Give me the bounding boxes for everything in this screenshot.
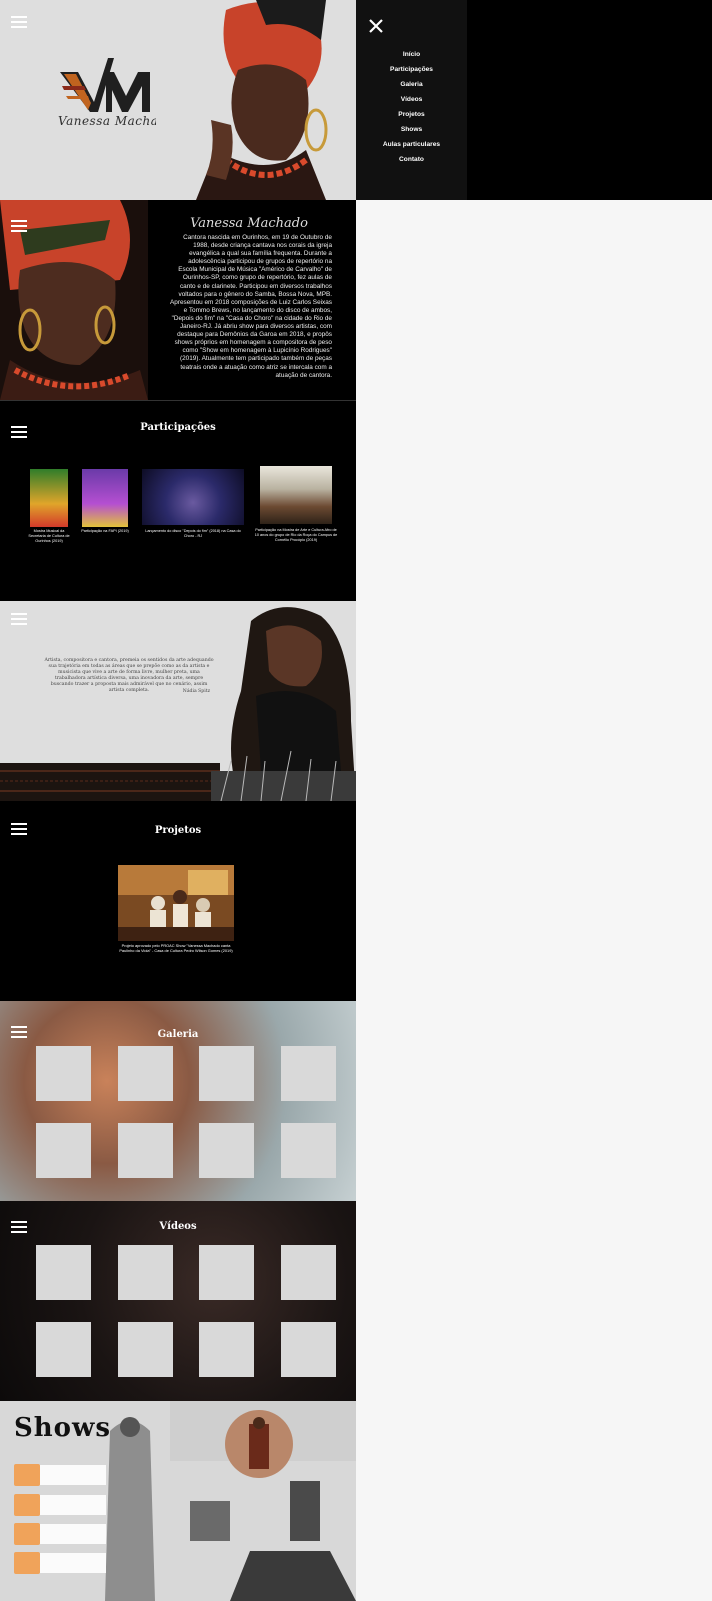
video-thumbnail[interactable] (281, 1322, 336, 1377)
menu-item-participacoes[interactable]: Participações (356, 66, 467, 73)
participacao-caption: Participação na FAPI (2019) (81, 529, 129, 533)
video-thumbnail[interactable] (199, 1322, 254, 1377)
video-thumbnail[interactable] (36, 1322, 91, 1377)
show-item-label[interactable] (40, 1495, 106, 1515)
menu-item-contato[interactable]: Contato (356, 156, 467, 163)
menu-item-shows[interactable]: Shows (356, 126, 467, 133)
participacao-image (30, 469, 68, 527)
video-thumbnail[interactable] (118, 1322, 173, 1377)
galeria-title: Galeria (157, 1029, 199, 1040)
quote-portrait-image (211, 607, 356, 801)
quote-section: Artista, compositora e cantora, premeia … (0, 601, 356, 801)
bio-section: Vanessa Machado Cantora nascida em Ourin… (0, 200, 356, 400)
galeria-section: Galeria (0, 1001, 356, 1201)
videos-title: Vídeos (159, 1221, 197, 1232)
projeto-photo[interactable] (118, 865, 234, 941)
bio-title: Vanessa Machado (190, 216, 308, 231)
participacao-card[interactable]: Participação na Mostra de Arte e Cultura… (255, 466, 337, 544)
bio-text: Cantora nascida em Ourinhos, em 19 de Ou… (170, 234, 332, 379)
show-item-label[interactable] (40, 1524, 106, 1544)
projeto-caption: Projeto aprovado pelo PROAC Show "Vaness… (119, 943, 233, 953)
gallery-thumbnail[interactable] (281, 1046, 336, 1101)
participacao-image (82, 469, 128, 527)
participacao-caption: Mostra Musical da Secretaria de Cultura … (28, 529, 70, 543)
videos-section: Vídeos (0, 1201, 356, 1401)
open-navigation-menu: Início Participações Galeria Vídeos Proj… (356, 0, 712, 200)
participacao-caption: Lançamento do disco "Depois do fim" (201… (145, 529, 241, 538)
gallery-thumbnail[interactable] (199, 1123, 254, 1178)
gallery-thumbnail[interactable] (36, 1046, 91, 1101)
show-item-label[interactable] (40, 1465, 106, 1485)
video-thumbnail[interactable] (199, 1245, 254, 1300)
participacao-card[interactable]: Participação na FAPI (2019) (81, 469, 129, 539)
projetos-title: Projetos (154, 825, 202, 836)
african-pattern-band (0, 763, 220, 801)
video-thumbnail[interactable] (36, 1245, 91, 1300)
show-item-label[interactable] (40, 1553, 106, 1573)
show-item-button[interactable] (14, 1494, 40, 1516)
show-item-button[interactable] (14, 1464, 40, 1486)
hamburger-menu-icon[interactable] (11, 16, 27, 28)
participacao-image (260, 466, 332, 524)
hamburger-menu-icon[interactable] (11, 220, 27, 232)
menu-item-galeria[interactable]: Galeria (356, 81, 467, 88)
projetos-section: Projetos Projeto aprovado pelo PROAC Sho… (0, 801, 356, 1001)
menu-panel: Início Participações Galeria Vídeos Proj… (356, 0, 467, 200)
gallery-thumbnail[interactable] (281, 1123, 336, 1178)
participacao-image (142, 469, 244, 525)
quote-author: Nádia Spitz (182, 689, 210, 694)
participacoes-title: Participações (140, 422, 216, 433)
menu-item-videos[interactable]: Vídeos (356, 96, 467, 103)
hero-section: Vanessa Machado (0, 0, 356, 200)
shows-title: Shows (14, 1413, 112, 1443)
gallery-thumbnail[interactable] (36, 1123, 91, 1178)
menu-item-aulas-particulares[interactable]: Aulas particulares (356, 141, 467, 148)
hero-portrait-image (156, 0, 356, 200)
shows-section: Shows (0, 1401, 356, 1601)
participacao-caption: Participação na Mostra de Arte e Cultura… (254, 528, 338, 542)
gallery-thumbnail[interactable] (199, 1046, 254, 1101)
video-thumbnail[interactable] (118, 1245, 173, 1300)
hamburger-menu-icon[interactable] (11, 613, 27, 625)
gallery-thumbnail[interactable] (118, 1123, 173, 1178)
show-item-button[interactable] (14, 1552, 40, 1574)
participacoes-section: Participações Mostra Musical da Secretar… (0, 400, 356, 601)
shows-circle-photo (225, 1410, 293, 1478)
participacao-card[interactable]: Mostra Musical da Secretaria de Cultura … (28, 469, 70, 543)
close-icon[interactable] (368, 18, 384, 34)
menu-item-projetos[interactable]: Projetos (356, 111, 467, 118)
participacao-card[interactable]: Lançamento do disco "Depois do fim" (201… (142, 469, 244, 539)
menu-item-inicio[interactable]: Início (356, 51, 467, 58)
gallery-thumbnail[interactable] (118, 1046, 173, 1101)
show-item-button[interactable] (14, 1523, 40, 1545)
video-thumbnail[interactable] (281, 1245, 336, 1300)
